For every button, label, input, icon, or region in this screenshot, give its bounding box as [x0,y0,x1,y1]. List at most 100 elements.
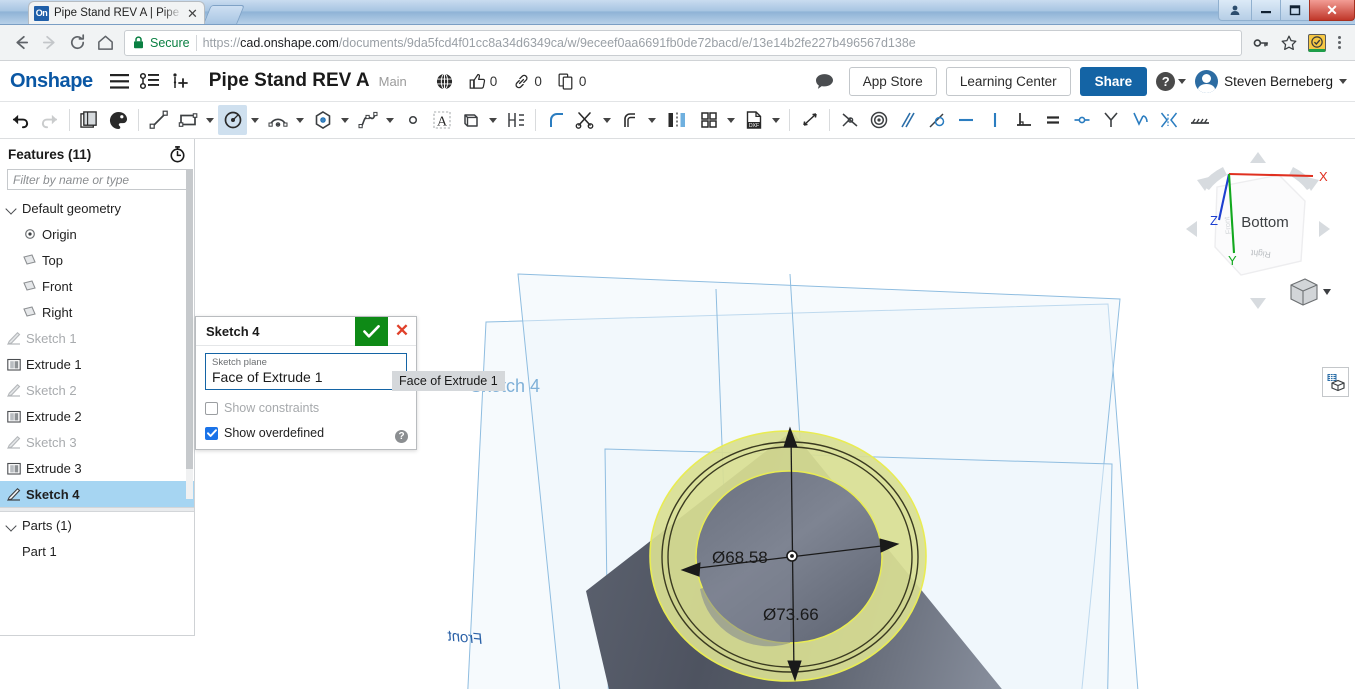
tree-row-right[interactable]: Right [0,299,194,325]
concentric-constraint-icon[interactable] [864,105,893,135]
midpoint-constraint-icon[interactable] [1067,105,1096,135]
fillet-tool-icon[interactable] [541,105,570,135]
parallel-constraint-icon[interactable] [893,105,922,135]
chevron-down-icon[interactable] [202,105,218,135]
chrome-menu-icon[interactable] [1332,36,1347,49]
tree-row-extrude-2[interactable]: Extrude 2 [0,403,194,429]
chevron-down-icon[interactable] [337,105,353,135]
undo-icon[interactable] [6,105,35,135]
tree-row-part-1[interactable]: Part 1 [0,538,194,564]
copy-stat[interactable]: 0 [551,73,594,90]
document-branch[interactable]: Main [379,74,407,89]
back-arrow-icon[interactable] [8,30,34,56]
spline-tool-icon[interactable] [353,105,382,135]
window-close-button[interactable]: ✕ [1309,0,1355,21]
show-overdefined-row[interactable]: Show overdefined [205,426,407,440]
tangent-constraint-icon[interactable] [922,105,951,135]
reload-icon[interactable] [64,30,90,56]
tree-row-origin[interactable]: Origin [0,221,194,247]
cancel-button[interactable]: ✕ [388,317,416,346]
tree-row-extrude-3[interactable]: Extrude 3 [0,455,194,481]
symmetric-constraint-icon[interactable] [1096,105,1125,135]
show-constraints-checkbox[interactable] [205,401,218,415]
chevron-down-icon[interactable] [644,105,660,135]
user-menu[interactable]: Steven Berneberg [1195,69,1347,93]
comment-bubble-icon[interactable] [810,66,840,96]
insert-feature-icon[interactable] [165,66,195,96]
line-tool-icon[interactable] [144,105,173,135]
window-user-icon[interactable] [1218,0,1252,21]
trim-tool-icon[interactable] [570,105,599,135]
vertical-constraint-icon[interactable] [980,105,1009,135]
like-stat[interactable]: 0 [462,73,505,90]
question-mark-icon[interactable]: ? [395,430,408,443]
version-graph-icon[interactable] [135,66,165,96]
tree-row-top[interactable]: Top [0,247,194,273]
address-bar[interactable]: Secure https://cad.onshape.com/documents… [124,29,1242,56]
star-bookmark-icon[interactable] [1276,30,1302,56]
show-overdefined-checkbox[interactable] [205,426,218,440]
accept-button[interactable] [355,316,388,346]
learning-center-button[interactable]: Learning Center [945,66,1071,96]
view-cube[interactable]: Bottom Right Front X Z Y [1183,149,1333,314]
coincident-constraint-icon[interactable] [835,105,864,135]
chevron-down-icon[interactable] [6,520,17,531]
hamburger-menu-icon[interactable] [105,66,135,96]
extension-icon[interactable] [1304,30,1330,56]
show-constraints-row[interactable]: Show constraints [205,401,407,415]
share-button[interactable]: Share [1079,66,1148,96]
tree-row-sketch-2[interactable]: Sketch 2 [0,377,194,403]
offset-tool-icon[interactable] [615,105,644,135]
new-tab-button[interactable] [203,5,245,24]
key-icon[interactable] [1248,30,1274,56]
document-title[interactable]: Pipe Stand REV A [209,70,370,92]
dimension-inner-diameter[interactable]: Ø68.58 [712,548,768,568]
text-tool-icon[interactable]: A [427,105,456,135]
chevron-down-icon[interactable] [247,105,263,135]
perpendicular-constraint-icon[interactable] [1009,105,1038,135]
sketch-color-icon[interactable] [104,105,133,135]
onshape-logo[interactable]: Onshape [10,70,93,93]
fix-constraint-icon[interactable] [1183,105,1217,135]
export-dxf-icon[interactable]: DXF [739,105,768,135]
curvature-constraint-icon[interactable] [1125,105,1154,135]
tree-row-sketch-1[interactable]: Sketch 1 [0,325,194,351]
chevron-down-icon[interactable] [292,105,308,135]
equal-constraint-icon[interactable] [1038,105,1067,135]
tree-row-sketch-4[interactable]: Sketch 4 [0,481,194,507]
pattern-tool-icon[interactable] [694,105,723,135]
tree-row-sketch-3[interactable]: Sketch 3 [0,429,194,455]
arc-tool-icon[interactable] [263,105,292,135]
tab-close-icon[interactable]: ✕ [187,7,198,20]
dimension-outer-diameter[interactable]: Ø73.66 [763,605,819,625]
point-tool-icon[interactable] [398,105,427,135]
dimension-tool-icon[interactable] [501,105,530,135]
show-hide-panel-icon[interactable] [1322,367,1349,397]
feature-tree-scrollbar[interactable] [186,169,193,499]
chevron-down-icon[interactable] [723,105,739,135]
home-icon[interactable] [92,30,118,56]
tree-row-extrude-1[interactable]: Extrude 1 [0,351,194,377]
tree-row-default-geometry[interactable]: Default geometry [0,195,194,221]
horizontal-constraint-icon[interactable] [951,105,980,135]
chevron-down-icon[interactable] [599,105,615,135]
help-menu[interactable]: ? [1156,71,1187,91]
polygon-tool-icon[interactable] [308,105,337,135]
rollback-timer-icon[interactable] [169,145,186,163]
public-globe-icon[interactable] [429,72,460,90]
copy-sketch-icon[interactable] [75,105,104,135]
window-maximize-button[interactable] [1280,0,1310,21]
use-project-icon[interactable] [456,105,485,135]
sketch-plane-field[interactable]: Sketch plane Face of Extrude 1 [205,353,407,390]
chevron-down-icon[interactable] [6,203,17,214]
tree-row-parts-header[interactable]: Parts (1) [0,512,194,538]
browser-tab[interactable]: On Pipe Stand REV A | Pipe S ✕ [28,1,205,24]
app-store-button[interactable]: App Store [848,66,937,96]
mirror-tool-icon[interactable] [660,105,694,135]
chevron-down-icon[interactable] [485,105,501,135]
chevron-down-icon[interactable] [768,105,784,135]
construction-line-icon[interactable] [795,105,824,135]
chevron-down-icon[interactable] [382,105,398,135]
window-minimize-button[interactable] [1251,0,1281,21]
normal-constraint-icon[interactable] [1154,105,1183,135]
